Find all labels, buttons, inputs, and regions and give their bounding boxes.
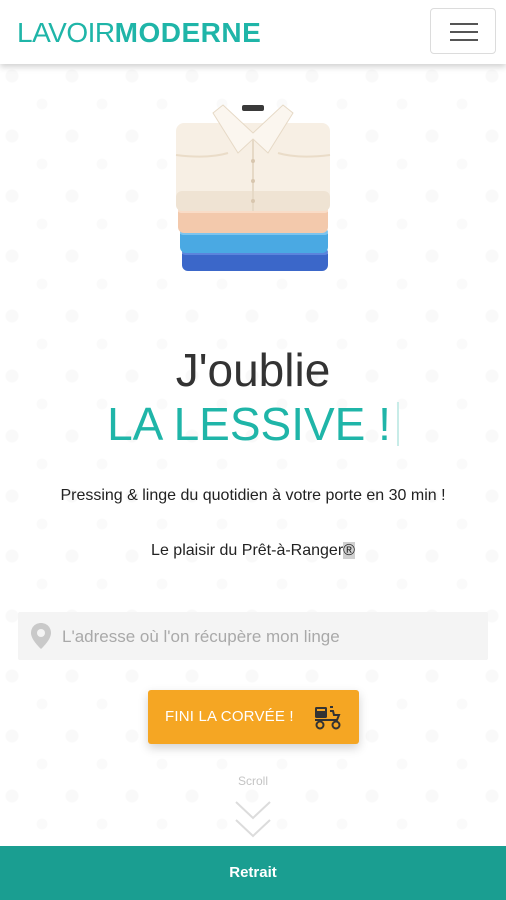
address-input[interactable] — [60, 612, 484, 662]
scroll-label: Scroll — [237, 774, 268, 788]
address-field[interactable] — [18, 612, 488, 662]
headline-line2: LA LESSIVE ! — [0, 396, 506, 452]
registered-mark: ® — [343, 542, 355, 559]
text-cursor — [396, 402, 399, 446]
fini-la-corvee-button[interactable]: FINI LA CORVÉE ! — [148, 690, 359, 744]
tagline: Pressing & linge du quotidien à votre po… — [60, 487, 446, 504]
top-navbar: LAVOIRMODERNE — [0, 0, 506, 64]
cta-label: FINI LA CORVÉE ! — [165, 708, 294, 725]
delivery-scooter-icon — [315, 706, 341, 730]
double-chevron-down-icon[interactable] — [233, 796, 273, 844]
hamburger-menu-button[interactable] — [430, 8, 496, 54]
subtagline-text: Le plaisir du Prêt-à-Ranger — [151, 542, 344, 559]
subtagline: Le plaisir du Prêt-à-Ranger® — [0, 539, 506, 563]
retrait-bar[interactable]: Retrait — [0, 846, 506, 900]
logo-bold-text: MODERNE — [114, 17, 262, 48]
folded-shirts-illustration — [175, 104, 331, 271]
page: LAVOIRMODERNE J'oublie LA LESSIVE ! Pres… — [0, 0, 506, 900]
retrait-label: Retrait — [229, 864, 277, 881]
headline-line1: J'oublie — [175, 344, 331, 396]
brand-logo[interactable]: LAVOIRMODERNE — [17, 16, 261, 50]
headline-line2-text: LA LESSIVE ! — [107, 398, 391, 450]
location-pin-icon — [31, 623, 51, 649]
logo-light-text: LAVOIR — [17, 17, 115, 48]
